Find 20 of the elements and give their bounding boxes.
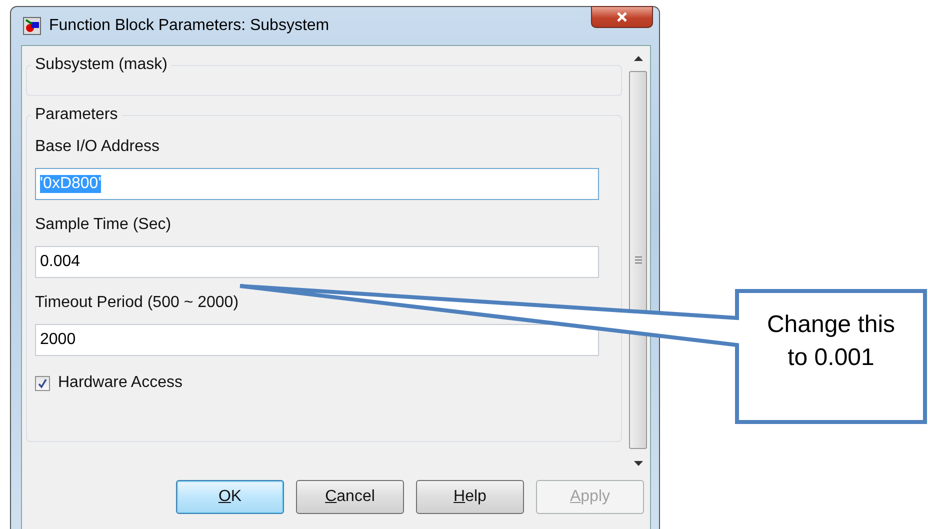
checkbox[interactable]: [35, 376, 50, 390]
dialog-button[interactable]: OK: [176, 480, 284, 514]
scroll-up-icon[interactable]: [634, 56, 642, 61]
scroll-down-icon[interactable]: [634, 461, 642, 466]
group-title: Subsystem (mask): [34, 56, 168, 74]
scrollbar-thumb[interactable]: [629, 71, 647, 449]
close-button[interactable]: [591, 6, 653, 28]
block-diagram-icon: [23, 17, 41, 35]
group-title: Parameters: [34, 106, 119, 124]
field-label: Timeout Period (500 ~ 2000): [35, 294, 240, 312]
close-icon: [616, 12, 628, 22]
field-label: Sample Time (Sec): [35, 216, 172, 234]
window-title: Function Block Parameters: Subsystem: [49, 17, 330, 35]
dialog-button[interactable]: Cancel: [296, 480, 404, 514]
dialog-button[interactable]: Help: [416, 480, 524, 514]
checkbox-label: Hardware Access: [58, 374, 182, 392]
field-label: Base I/O Address: [35, 138, 161, 156]
input-field[interactable]: 2000: [35, 324, 599, 356]
callout-text: Change this to 0.001: [766, 310, 896, 373]
input-field[interactable]: 0.004: [35, 246, 599, 278]
